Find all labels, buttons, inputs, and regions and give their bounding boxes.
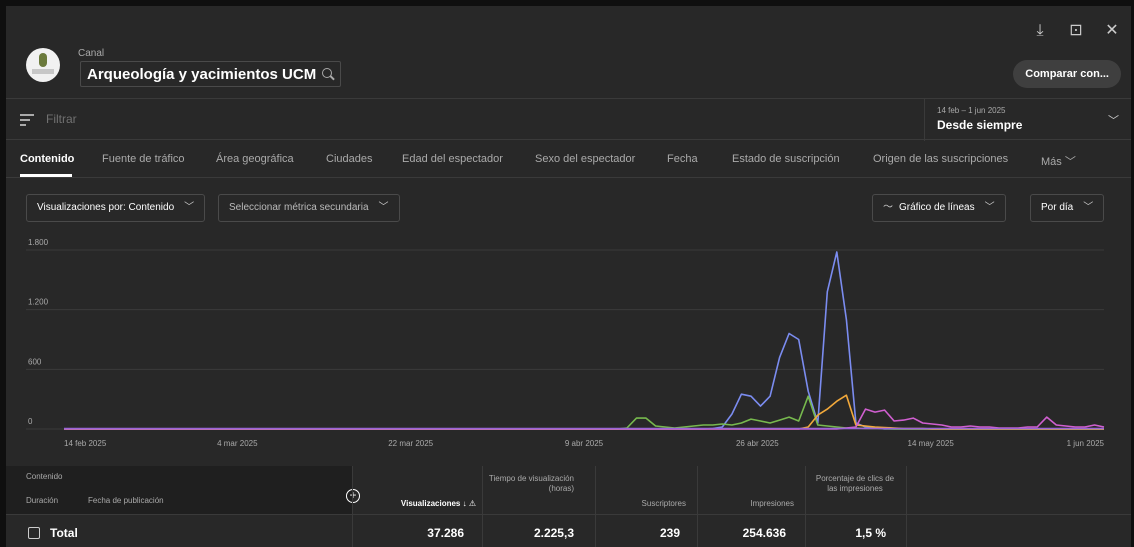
total-ctr: 1,5 % — [855, 526, 886, 540]
y-tick-label: 1.800 — [28, 238, 49, 247]
channel-selector[interactable]: Arqueología y yacimientos UCM — [80, 61, 342, 87]
row-divider — [6, 514, 1131, 515]
series-line[interactable] — [64, 395, 1104, 430]
tab-sexo[interactable]: Sexo del espectador — [535, 153, 635, 165]
chart-type-select[interactable]: 〜 Gráfico de líneas ﹀ — [872, 194, 1006, 222]
tab-mas-label: Más — [1041, 156, 1062, 168]
column-divider — [482, 466, 483, 547]
chart-type-label: Gráfico de líneas — [899, 202, 975, 213]
col-watch-time[interactable]: Tiempo de visualización (horas) — [486, 474, 574, 494]
column-divider — [906, 466, 907, 547]
warning-icon: ⚠ — [468, 499, 476, 508]
col-published[interactable]: Fecha de publicación — [88, 496, 164, 506]
chevron-down-icon: ﹀ — [378, 202, 389, 213]
tab-fuente-trafico[interactable]: Fuente de tráfico — [102, 153, 185, 165]
chevron-down-icon: ﹀ — [1108, 115, 1119, 127]
y-tick-label: 0 — [28, 417, 33, 426]
granularity-select[interactable]: Por día ﹀ — [1030, 194, 1105, 222]
column-divider — [595, 466, 596, 547]
column-divider — [805, 466, 806, 547]
filter-bar: Filtrar 14 feb – 1 jun 2025 Desde siempr… — [6, 98, 1131, 141]
y-tick-label: 600 — [28, 357, 42, 366]
chevron-down-icon: ﹀ — [1083, 202, 1094, 213]
microphone-logo-icon — [39, 53, 47, 67]
channel-label: Canal — [78, 48, 105, 59]
download-icon[interactable]: ⤓ — [1031, 22, 1049, 40]
col-views-label: Visualizaciones — [400, 499, 461, 508]
x-tick-label: 1 jun 2025 — [1067, 439, 1105, 448]
granularity-label: Por día — [1041, 202, 1074, 213]
x-tick-label: 22 mar 2025 — [388, 439, 433, 448]
active-tab-indicator — [20, 174, 72, 177]
column-divider — [352, 466, 353, 547]
total-watch-time: 2.225,3 — [533, 526, 574, 540]
primary-metric-select[interactable]: Visualizaciones por: Contenido ﹀ — [26, 194, 206, 222]
total-row-checkbox[interactable] — [28, 527, 40, 539]
total-impressions: 254.636 — [742, 526, 786, 540]
secondary-metric-label: Seleccionar métrica secundaria — [229, 202, 369, 213]
x-tick-label: 4 mar 2025 — [217, 439, 258, 448]
col-content: Contenido — [26, 472, 63, 481]
column-divider — [697, 466, 698, 547]
y-tick-label: 1.200 — [28, 298, 49, 307]
search-icon — [322, 68, 334, 80]
compare-button[interactable]: Comparar con... — [1013, 60, 1121, 88]
top-actions: ⤓ ⊡ ✕ — [1031, 22, 1121, 40]
close-icon[interactable]: ✕ — [1103, 22, 1121, 40]
metrics-table: Contenido Duración Fecha de publicación … — [6, 466, 1131, 547]
primary-metric-label: Visualizaciones por: Contenido — [37, 202, 175, 213]
series-line[interactable] — [64, 408, 1105, 430]
col-duration[interactable]: Duración — [26, 496, 58, 506]
tab-origen-suscripciones[interactable]: Origen de las suscripciones — [873, 153, 1008, 165]
secondary-metric-select[interactable]: Seleccionar métrica secundaria ﹀ — [218, 194, 400, 222]
chevron-down-icon: ﹀ — [184, 202, 195, 213]
total-views: 37.286 — [427, 526, 464, 540]
tab-edad[interactable]: Edad del espectador — [402, 153, 503, 165]
col-subscribers[interactable]: Suscriptores — [600, 499, 686, 509]
date-preset: Desde siempre — [937, 118, 1023, 132]
channel-avatar — [26, 48, 60, 82]
logo-band — [32, 69, 54, 74]
tab-ciudades[interactable]: Ciudades — [326, 153, 372, 165]
header: Canal Arqueología y yacimientos UCM ⤓ ⊡ … — [6, 6, 1131, 98]
tab-fecha[interactable]: Fecha — [667, 153, 698, 165]
filter-input[interactable]: Filtrar — [46, 112, 77, 126]
date-range: 14 feb – 1 jun 2025 — [937, 106, 1006, 115]
series-line[interactable] — [64, 394, 1104, 430]
x-tick-label: 14 feb 2025 — [64, 439, 107, 448]
col-ctr[interactable]: Porcentaje de clics de las impresiones — [814, 474, 896, 494]
sort-down-icon: ↓ — [462, 499, 467, 508]
total-label: Total — [50, 526, 78, 540]
chevron-down-icon: ﹀ — [1064, 156, 1076, 168]
x-tick-label: 26 abr 2025 — [736, 439, 779, 448]
x-tick-label: 9 abr 2025 — [565, 439, 604, 448]
line-chart-icon: 〜 — [883, 202, 893, 213]
tab-area-geografica[interactable]: Área geográfica — [216, 153, 294, 165]
total-subscribers: 239 — [659, 526, 680, 540]
channel-name: Arqueología y yacimientos UCM — [87, 65, 317, 83]
col-views[interactable]: Visualizaciones ↓ ⚠ — [356, 499, 476, 509]
col-impressions[interactable]: Impresiones — [702, 499, 794, 509]
chart-svg: 1.800 1.200 600 0 14 feb 2025 4 mar 2025 22 ma… — [26, 238, 1105, 448]
tab-estado-suscripcion[interactable]: Estado de suscripción — [732, 153, 840, 165]
tab-mas[interactable]: Más ﹀ — [1041, 153, 1076, 169]
filter-icon[interactable] — [20, 114, 34, 126]
series-line[interactable] — [64, 251, 1104, 430]
views-line-chart: 1.800 1.200 600 0 14 feb 2025 4 mar 2025 22 ma… — [6, 232, 1131, 464]
tabs: Contenido Fuente de tráfico Área geográf… — [6, 140, 1131, 178]
tab-contenido[interactable]: Contenido — [20, 153, 74, 165]
x-tick-label: 14 may 2025 — [908, 439, 955, 448]
chevron-down-icon: ﹀ — [984, 202, 995, 213]
feedback-icon[interactable]: ⊡ — [1067, 22, 1085, 40]
analytics-dialog: Canal Arqueología y yacimientos UCM ⤓ ⊡ … — [6, 6, 1131, 547]
date-range-selector[interactable]: 14 feb – 1 jun 2025 Desde siempre ﹀ — [924, 99, 1131, 141]
